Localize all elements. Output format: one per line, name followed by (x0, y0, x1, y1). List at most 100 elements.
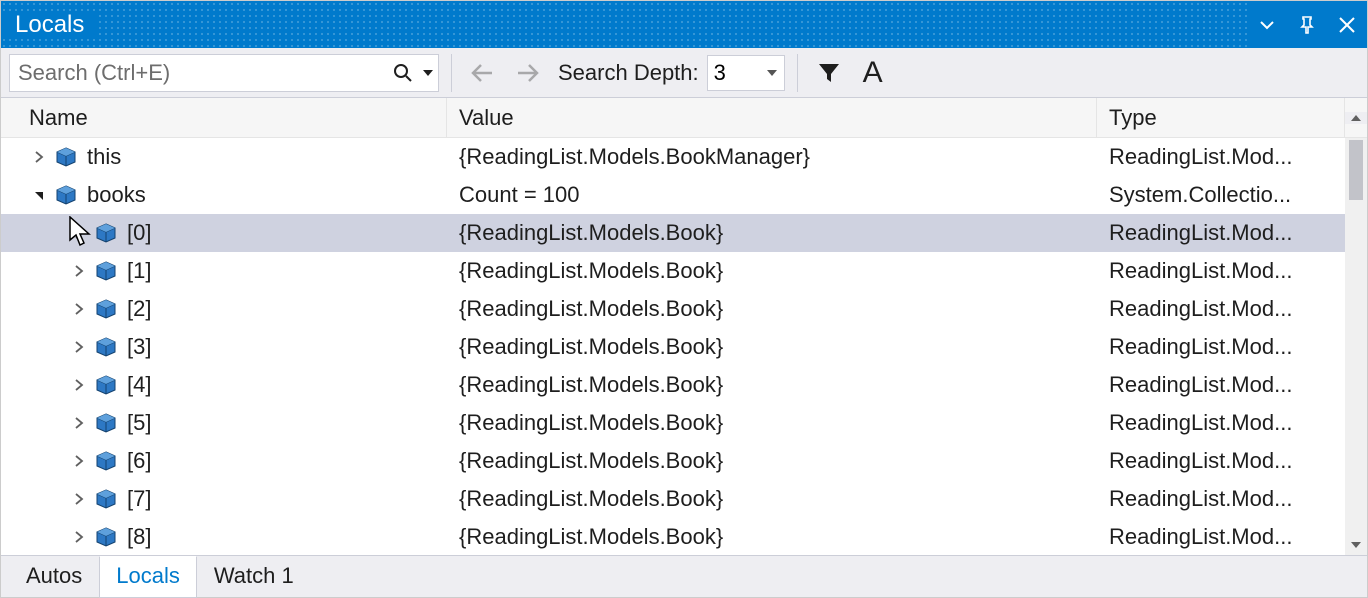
cell-value: {ReadingList.Models.Book} (447, 442, 1097, 480)
row-name: this (87, 144, 121, 170)
tree-row[interactable]: [8] {ReadingList.Models.Book}ReadingList.… (1, 518, 1367, 555)
titlebar: Locals (1, 1, 1367, 48)
tree-row[interactable]: this{ReadingList.Models.BookManager}Read… (1, 138, 1367, 176)
cell-type: ReadingList.Mod... (1097, 480, 1345, 518)
cell-type: ReadingList.Mod... (1097, 404, 1345, 442)
cell-type: ReadingList.Mod... (1097, 366, 1345, 404)
column-header-value[interactable]: Value (447, 98, 1097, 137)
search-input[interactable] (10, 60, 388, 86)
cell-value: {ReadingList.Models.Book} (447, 366, 1097, 404)
tree-row[interactable]: [4] {ReadingList.Models.Book}ReadingList.… (1, 366, 1367, 404)
column-header-name[interactable]: Name (1, 98, 447, 137)
expand-right-icon[interactable] (69, 379, 89, 391)
expand-right-icon[interactable] (69, 341, 89, 353)
arrow-right-icon (514, 60, 540, 86)
expand-right-icon[interactable] (69, 303, 89, 315)
cell-name: [1] (1, 252, 447, 290)
row-name: [2] (127, 296, 151, 322)
expand-right-icon[interactable] (69, 455, 89, 467)
tree-row[interactable]: [1] {ReadingList.Models.Book}ReadingList.… (1, 252, 1367, 290)
expand-down-icon[interactable] (29, 189, 49, 201)
row-name: [7] (127, 486, 151, 512)
scroll-up-button[interactable] (1345, 112, 1367, 124)
cell-value: Count = 100 (447, 176, 1097, 214)
object-cube-icon (55, 184, 77, 206)
cell-value: {ReadingList.Models.Book} (447, 328, 1097, 366)
toolbar: Search Depth: 3 A (1, 48, 1367, 98)
chevron-down-icon (766, 67, 778, 79)
tab-watch-1[interactable]: Watch 1 (197, 556, 311, 598)
row-name: [4] (127, 372, 151, 398)
nav-back-button[interactable] (464, 54, 502, 92)
vertical-scrollbar[interactable] (1345, 138, 1367, 555)
pin-icon (1297, 15, 1317, 35)
depth-label: Search Depth: (558, 60, 699, 86)
cell-name: [2] (1, 290, 447, 328)
expand-right-icon[interactable] (69, 227, 89, 239)
window-position-button[interactable] (1247, 1, 1287, 48)
object-cube-icon (55, 146, 77, 168)
scroll-down-icon (1350, 539, 1362, 551)
filter-button[interactable] (810, 54, 848, 92)
tree-row[interactable]: [7] {ReadingList.Models.Book}ReadingList.… (1, 480, 1367, 518)
close-button[interactable] (1327, 1, 1367, 48)
expand-right-icon[interactable] (69, 265, 89, 277)
cell-value: {ReadingList.Models.Book} (447, 214, 1097, 252)
arrow-left-icon (470, 60, 496, 86)
object-cube-icon (95, 412, 117, 434)
search-dropdown-button[interactable] (418, 67, 438, 79)
cell-name: [5] (1, 404, 447, 442)
row-name: [5] (127, 410, 151, 436)
cell-type: ReadingList.Mod... (1097, 252, 1345, 290)
tab-autos[interactable]: Autos (9, 556, 99, 598)
expand-right-icon[interactable] (29, 151, 49, 163)
chevron-down-icon (1259, 17, 1275, 33)
tree-row[interactable]: [2]{ReadingList.Models.Book}ReadingList.… (1, 290, 1367, 328)
cell-value: {ReadingList.Models.Book} (447, 518, 1097, 555)
rows-container: this{ReadingList.Models.BookManager}Read… (1, 138, 1367, 555)
cell-name: [3] (1, 328, 447, 366)
depth-combo[interactable]: 3 (707, 55, 785, 91)
tab-locals[interactable]: Locals (99, 556, 197, 598)
text-format-icon: A (863, 56, 883, 90)
chevron-down-icon (422, 67, 434, 79)
cell-value: {ReadingList.Models.Book} (447, 290, 1097, 328)
scrollbar-thumb[interactable] (1349, 140, 1363, 200)
cell-value: {ReadingList.Models.Book} (447, 252, 1097, 290)
pin-button[interactable] (1287, 1, 1327, 48)
cell-type: ReadingList.Mod... (1097, 138, 1345, 176)
cell-type: ReadingList.Mod... (1097, 518, 1345, 555)
cell-name: [4] (1, 366, 447, 404)
tree-row[interactable]: [3]{ReadingList.Models.Book}ReadingList.… (1, 328, 1367, 366)
column-header-type[interactable]: Type (1097, 98, 1345, 137)
tree-row[interactable]: [6]{ReadingList.Models.Book}ReadingList.… (1, 442, 1367, 480)
object-cube-icon (95, 336, 117, 358)
cell-type: ReadingList.Mod... (1097, 442, 1345, 480)
toolbar-divider (451, 54, 452, 92)
cell-value: {ReadingList.Models.Book} (447, 404, 1097, 442)
tree-row[interactable]: [5] {ReadingList.Models.Book}ReadingList.… (1, 404, 1367, 442)
cell-value: {ReadingList.Models.Book} (447, 480, 1097, 518)
search-icon (388, 63, 418, 83)
object-cube-icon (95, 450, 117, 472)
nav-forward-button[interactable] (508, 54, 546, 92)
close-icon (1338, 16, 1356, 34)
object-cube-icon (95, 260, 117, 282)
depth-value: 3 (714, 60, 766, 86)
tree-row[interactable]: booksCount = 100System.Collectio... (1, 176, 1367, 214)
cell-name: [0] (1, 214, 447, 252)
cell-name: [8] (1, 518, 447, 555)
tree-row[interactable]: [0]{ReadingList.Models.Book}ReadingList.… (1, 214, 1367, 252)
cell-type: ReadingList.Mod... (1097, 214, 1345, 252)
expand-right-icon[interactable] (69, 417, 89, 429)
scroll-up-icon (1350, 112, 1362, 124)
text-format-button[interactable]: A (854, 54, 892, 92)
object-cube-icon (95, 298, 117, 320)
expand-right-icon[interactable] (69, 493, 89, 505)
cell-name: this (1, 138, 447, 176)
search-box[interactable] (9, 54, 439, 92)
cell-name: [6] (1, 442, 447, 480)
row-name: [1] (127, 258, 151, 284)
expand-right-icon[interactable] (69, 531, 89, 543)
row-name: [8] (127, 524, 151, 550)
